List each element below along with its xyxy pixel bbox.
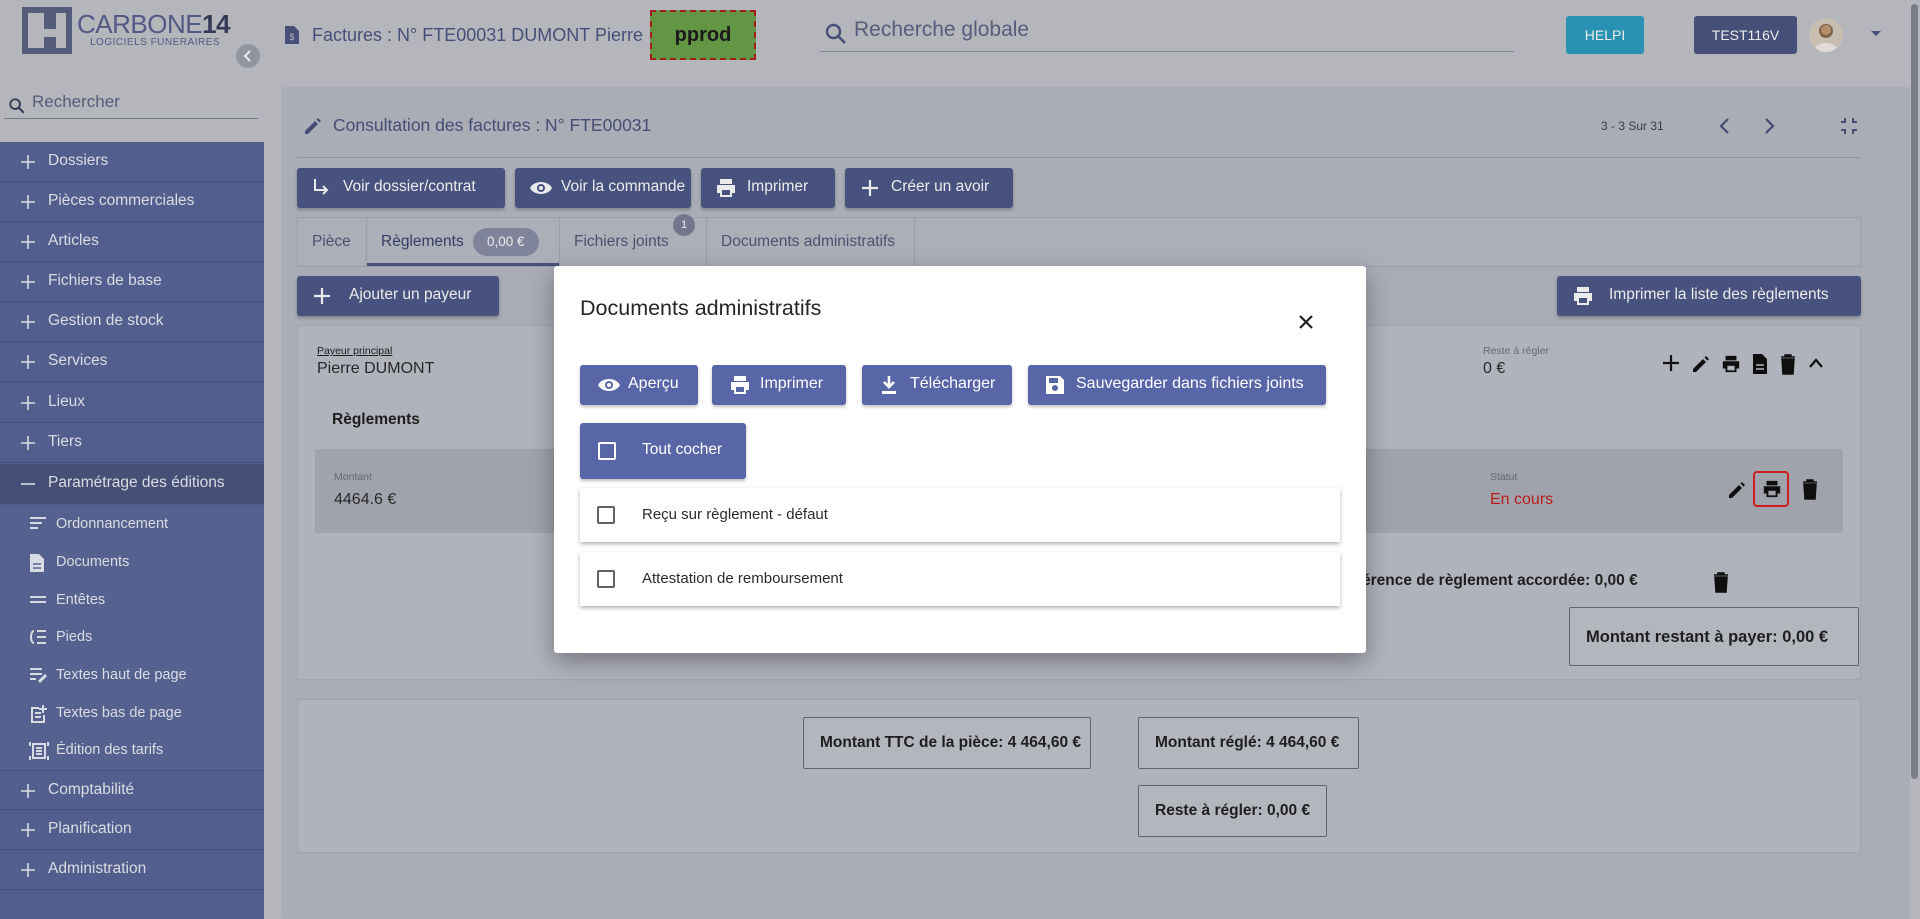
tout-cocher-checkbox[interactable] — [598, 442, 616, 460]
document-checkbox[interactable] — [597, 570, 615, 588]
document-option-row[interactable]: Attestation de remboursement — [580, 552, 1340, 606]
printer-icon — [731, 376, 749, 394]
modal-imprimer-button[interactable]: Imprimer — [712, 365, 846, 405]
document-option-row[interactable]: Reçu sur règlement - défaut — [580, 488, 1340, 542]
modal-title: Documents administratifs — [580, 296, 822, 320]
documents-modal: Documents administratifs Aperçu Imprimer… — [554, 266, 1366, 653]
eye-icon — [598, 379, 620, 391]
document-checkbox[interactable] — [597, 506, 615, 524]
download-icon — [882, 376, 896, 394]
telecharger-button[interactable]: Télécharger — [862, 365, 1012, 405]
save-icon — [1046, 376, 1064, 394]
close-icon[interactable] — [1294, 310, 1318, 334]
sauvegarder-button[interactable]: Sauvegarder dans fichiers joints — [1028, 365, 1326, 405]
apercu-button[interactable]: Aperçu — [580, 365, 698, 405]
tout-cocher-button[interactable]: Tout cocher — [580, 423, 746, 479]
